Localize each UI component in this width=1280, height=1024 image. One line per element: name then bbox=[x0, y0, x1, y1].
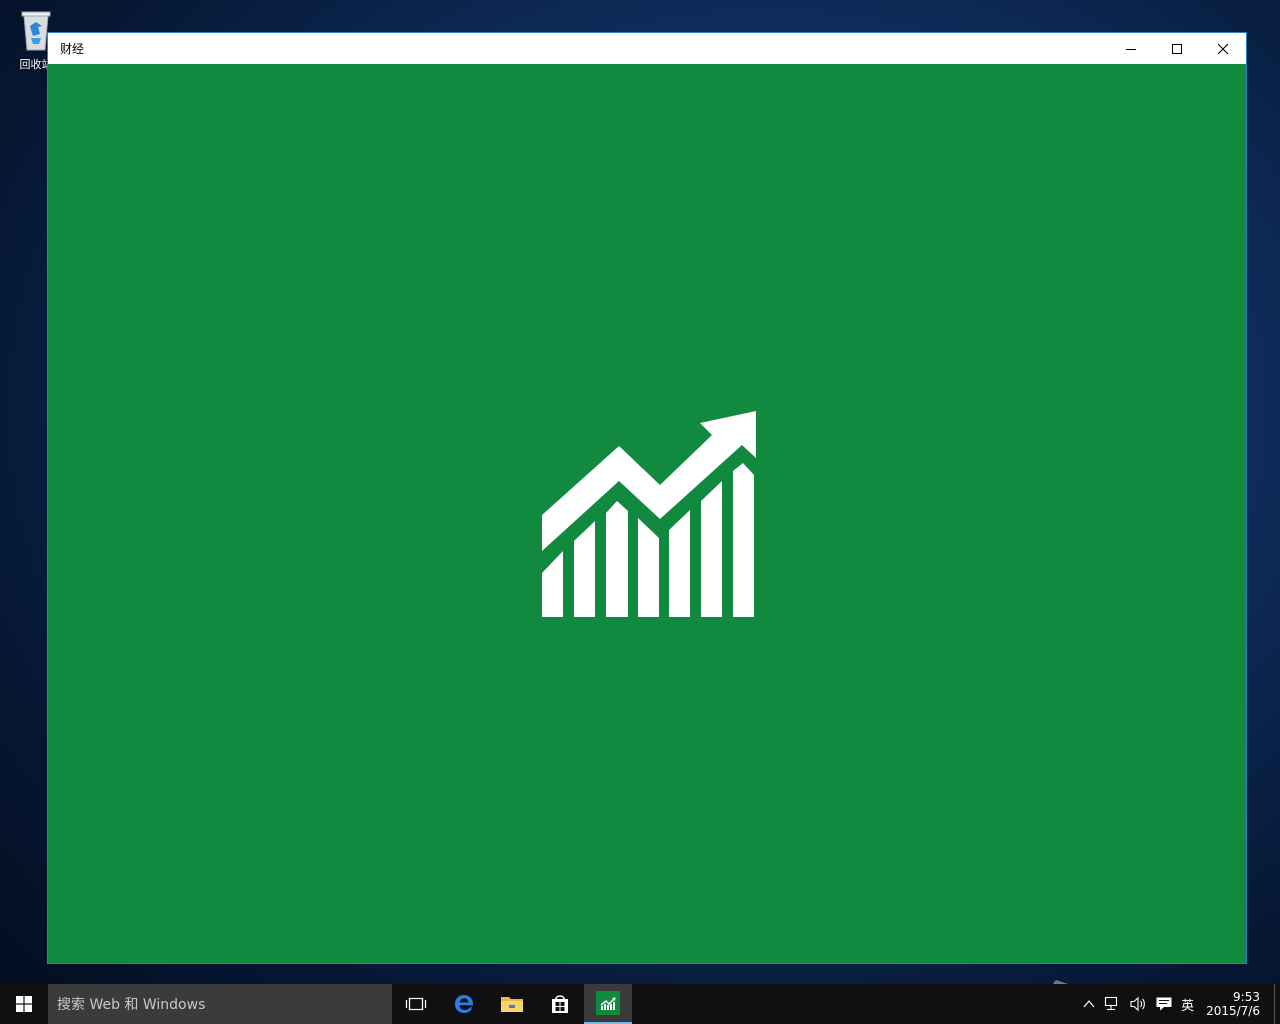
taskbar-file-explorer[interactable] bbox=[488, 984, 536, 1024]
window-title: 财经 bbox=[60, 42, 85, 56]
search-input[interactable]: 搜索 Web 和 Windows bbox=[48, 984, 392, 1024]
tray-overflow-button[interactable] bbox=[1079, 984, 1099, 1024]
taskbar: 搜索 Web 和 Windows 英 9:53 2015/7/6 bbox=[0, 984, 1280, 1024]
minimize-icon bbox=[1126, 48, 1136, 50]
clock-date: 2015/7/6 bbox=[1206, 1004, 1260, 1018]
notification-icon bbox=[1156, 997, 1172, 1011]
maximize-icon bbox=[1172, 43, 1182, 54]
app-window: 财经 bbox=[47, 32, 1247, 964]
taskbar-task-view[interactable] bbox=[392, 984, 440, 1024]
start-button[interactable] bbox=[0, 984, 48, 1024]
minimize-button[interactable] bbox=[1108, 33, 1154, 64]
folder-icon bbox=[501, 997, 523, 1012]
show-desktop-button[interactable] bbox=[1274, 984, 1280, 1024]
task-view-icon bbox=[405, 997, 427, 1011]
system-tray: 英 9:53 2015/7/6 bbox=[1079, 984, 1280, 1024]
network-icon bbox=[1105, 996, 1118, 1011]
taskbar-store[interactable] bbox=[536, 984, 584, 1024]
search-placeholder: 搜索 Web 和 Windows bbox=[57, 997, 206, 1013]
volume-icon bbox=[1130, 996, 1146, 1012]
taskbar-edge[interactable] bbox=[440, 984, 488, 1024]
taskbar-finance[interactable] bbox=[584, 984, 632, 1024]
close-button[interactable] bbox=[1200, 33, 1246, 64]
windows-logo-icon bbox=[16, 996, 32, 1012]
finance-app-icon bbox=[596, 991, 620, 1015]
chevron-up-icon bbox=[1083, 1000, 1095, 1008]
edge-icon bbox=[455, 995, 474, 1013]
app-splash-screen bbox=[48, 64, 1246, 963]
close-icon bbox=[1217, 43, 1229, 54]
tray-ime-indicator[interactable]: 英 bbox=[1177, 984, 1198, 1024]
maximize-button[interactable] bbox=[1154, 33, 1200, 64]
tray-network-button[interactable] bbox=[1099, 984, 1125, 1024]
clock-time: 9:53 bbox=[1233, 990, 1260, 1004]
tray-clock[interactable]: 9:53 2015/7/6 bbox=[1198, 990, 1274, 1018]
store-icon bbox=[552, 995, 568, 1013]
finance-chart-icon bbox=[542, 411, 756, 617]
tray-action-center-button[interactable] bbox=[1151, 984, 1177, 1024]
window-titlebar[interactable]: 财经 bbox=[48, 33, 1246, 64]
tray-volume-button[interactable] bbox=[1125, 984, 1151, 1024]
